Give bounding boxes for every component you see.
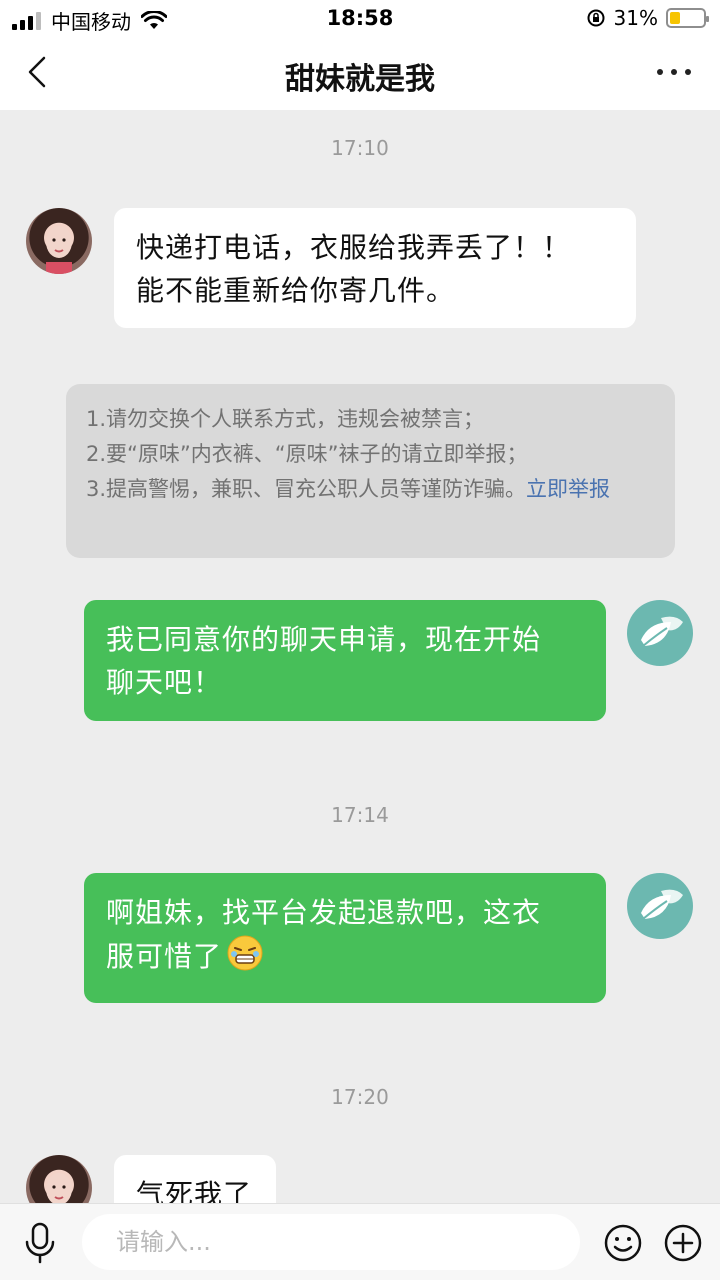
notice-line-text: 3.提高警惕，兼职、冒充公职人员等谨防诈骗。 <box>86 477 527 501</box>
emoji-icon[interactable] <box>603 1223 643 1263</box>
microphone-icon[interactable] <box>22 1222 58 1264</box>
grimace-laugh-emoji <box>227 935 263 971</box>
my-avatar[interactable] <box>627 873 693 939</box>
status-right-group: 31% <box>586 6 709 30</box>
notice-line: 2.要“原味”内衣裤、“原味”袜子的请立即举报； <box>86 442 528 466</box>
timestamp: 17:10 <box>331 136 389 160</box>
notice-line: 3.提高警惕，兼职、冒充公职人员等谨防诈骗。立即举报 <box>86 472 655 507</box>
timestamp: 17:14 <box>331 803 389 827</box>
incoming-message[interactable]: 快递打电话，衣服给我弄丢了！！ 能不能重新给你寄几件。 <box>114 208 636 328</box>
chat-title: 甜妹就是我 <box>285 62 435 97</box>
safety-notice: 1.请勿交换个人联系方式，违规会被禁言； 2.要“原味”内衣裤、“原味”袜子的请… <box>66 384 675 558</box>
message-line: 服可惜了 <box>106 934 584 978</box>
contact-avatar[interactable] <box>26 208 92 274</box>
nav-bar: 甜妹就是我 <box>0 36 720 110</box>
notice-line: 1.请勿交换个人联系方式，违规会被禁言； <box>86 407 485 431</box>
message-line: 我已同意你的聊天申请，现在开始 <box>106 623 542 656</box>
message-line: 啊姐妹，找平台发起退款吧，这衣 <box>106 896 542 929</box>
message-line: 快递打电话，衣服给我弄丢了！！ <box>136 231 572 264</box>
message-line: 气死我了 <box>136 1178 253 1203</box>
input-bar <box>0 1203 720 1280</box>
chat-area[interactable]: 17:10 快递打电话，衣服给我弄丢了！！ 能不能重新给你寄几件。 1.请勿交换… <box>0 110 720 1203</box>
message-line-text: 服可惜了 <box>106 940 223 973</box>
timestamp: 17:20 <box>331 1085 389 1109</box>
battery-percent: 31% <box>613 6 658 30</box>
battery-icon <box>666 8 709 28</box>
rotation-lock-icon <box>587 9 605 27</box>
my-avatar[interactable] <box>627 600 693 666</box>
message-input[interactable] <box>82 1214 580 1270</box>
report-link[interactable]: 立即举报 <box>526 477 610 501</box>
status-bar: 中国移动 18:58 31% <box>0 0 720 36</box>
outgoing-message[interactable]: 啊姐妹，找平台发起退款吧，这衣 服可惜了 <box>84 873 606 1003</box>
message-line: 聊天吧！ <box>106 666 223 699</box>
more-dots-icon[interactable] <box>652 54 696 90</box>
contact-avatar[interactable] <box>26 1155 92 1203</box>
incoming-message[interactable]: 气死我了 <box>114 1155 276 1203</box>
battery-level-fill <box>670 12 680 24</box>
plus-icon[interactable] <box>663 1223 703 1263</box>
message-line: 能不能重新给你寄几件。 <box>136 274 456 307</box>
outgoing-message[interactable]: 我已同意你的聊天申请，现在开始 聊天吧！ <box>84 600 606 721</box>
